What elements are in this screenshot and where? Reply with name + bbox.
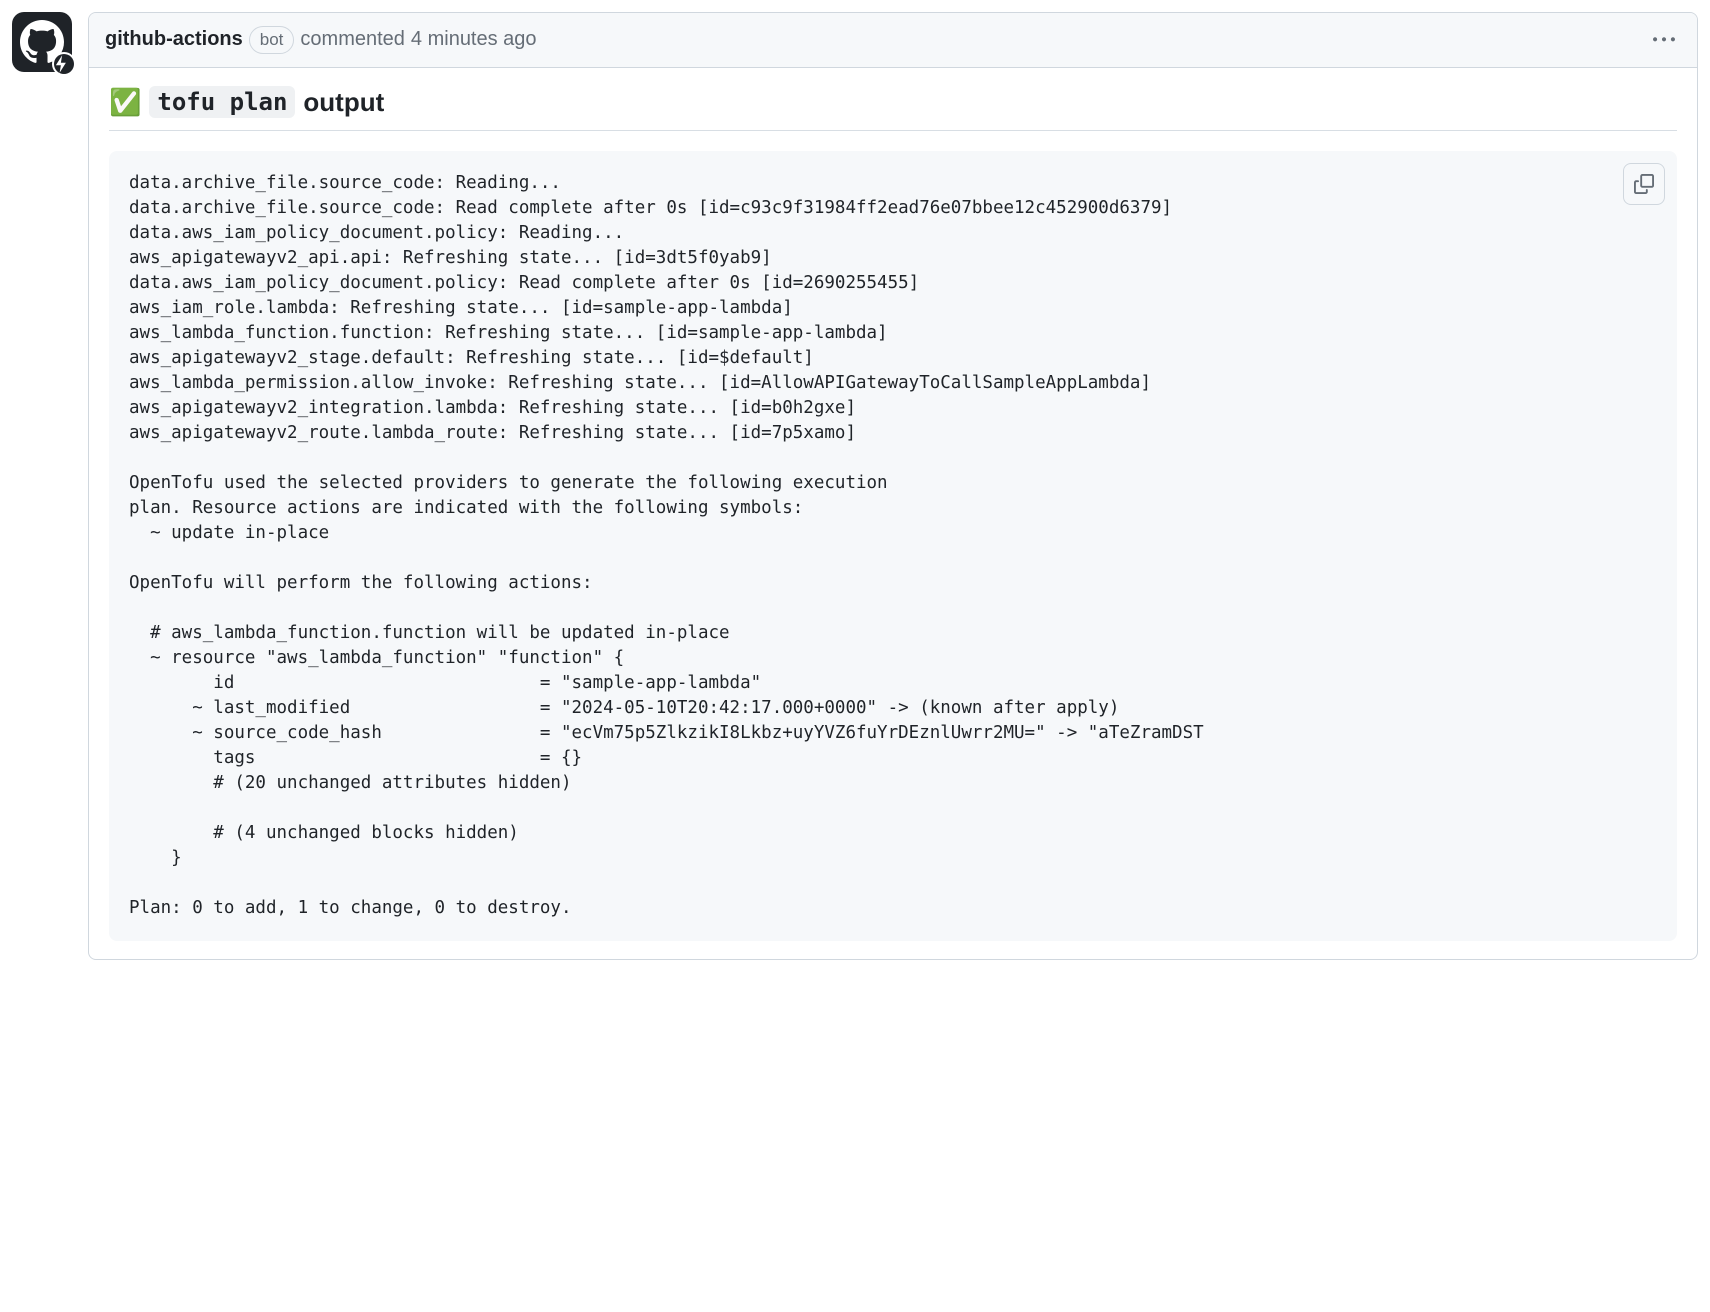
comment-action-text: commented xyxy=(300,28,405,51)
lightning-icon xyxy=(54,42,74,86)
comment-header-left: github-actions bot commented 4 minutes a… xyxy=(105,26,537,54)
comment-timestamp[interactable]: 4 minutes ago xyxy=(411,28,537,51)
comment-body: ✅ tofu plan output data.archive_file.sou… xyxy=(89,68,1697,959)
author-avatar[interactable] xyxy=(12,12,72,72)
code-block: data.archive_file.source_code: Reading..… xyxy=(109,151,1677,941)
copy-button[interactable] xyxy=(1623,163,1665,205)
checkmark-icon: ✅ xyxy=(109,87,141,118)
bot-badge: bot xyxy=(249,26,295,54)
heading-suffix: output xyxy=(303,87,384,118)
comment-header: github-actions bot commented 4 minutes a… xyxy=(89,13,1697,68)
comment-heading: ✅ tofu plan output xyxy=(109,86,1677,131)
copy-icon xyxy=(1634,174,1654,194)
heading-code: tofu plan xyxy=(149,86,295,118)
code-output: data.archive_file.source_code: Reading..… xyxy=(129,171,1657,921)
comment-container: github-actions bot commented 4 minutes a… xyxy=(12,12,1698,960)
author-name[interactable]: github-actions xyxy=(105,28,243,51)
comment-box: github-actions bot commented 4 minutes a… xyxy=(88,12,1698,960)
kebab-icon xyxy=(1653,29,1675,51)
avatar-bot-badge xyxy=(52,52,76,76)
avatar-column xyxy=(12,12,72,960)
comment-menu-button[interactable] xyxy=(1647,23,1681,57)
